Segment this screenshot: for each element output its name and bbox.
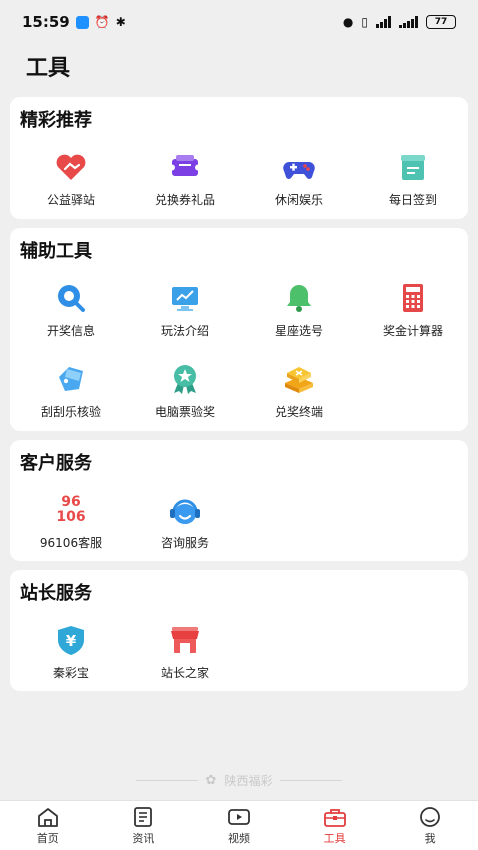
tool-label: 星座选号 <box>274 324 323 338</box>
tool-redemption-terminal[interactable]: 兑奖终端 <box>242 361 356 420</box>
tab-label: 我 <box>424 832 436 845</box>
status-bar: 15:59 ⏰ ✱ ● ▯ 77 <box>0 0 478 44</box>
tool-label: 电脑票验奖 <box>154 405 215 419</box>
headset-icon <box>170 499 200 524</box>
brand-logo-icon: ✿ <box>205 773 217 788</box>
news-icon <box>134 807 153 827</box>
tool-draw-info[interactable]: 开奖信息 <box>14 280 128 339</box>
tab-home[interactable]: 首页 <box>0 801 96 850</box>
calendar-check-icon <box>401 155 425 180</box>
vibrate-icon: ▯ <box>361 15 368 29</box>
tool-consulting[interactable]: 咨询服务 <box>128 492 242 551</box>
tool-label: 每日签到 <box>388 193 437 207</box>
tool-label: 96106客服 <box>39 536 103 550</box>
alarm-icon: ⏰ <box>94 15 110 29</box>
section-station-manager-service: 站长服务 ¥ 秦彩宝 站长之家 <box>10 570 468 691</box>
tab-label: 工具 <box>323 832 346 845</box>
tool-label: 兑换券礼品 <box>154 193 215 207</box>
tool-label: 玩法介绍 <box>160 324 209 338</box>
stacked-boxes-icon <box>285 367 313 393</box>
hotline-icon: 96 106 <box>53 492 89 528</box>
storefront-icon <box>171 627 199 653</box>
yen-shield-icon: ¥ <box>58 626 84 655</box>
section-title: 客户服务 <box>20 453 92 474</box>
tool-label: 休闲娱乐 <box>274 193 323 207</box>
tool-leisure[interactable]: 休闲娱乐 <box>242 149 356 208</box>
tool-charity-station[interactable]: 公益驿站 <box>14 149 128 208</box>
signal-icon <box>376 16 391 28</box>
tool-constellation-pick[interactable]: 星座选号 <box>242 280 356 339</box>
hotline-badge-bottom: 106 <box>56 509 86 525</box>
heart-hands-icon <box>56 154 86 180</box>
battery-indicator: 77 <box>426 15 456 29</box>
tool-computer-ticket-check[interactable]: 电脑票验奖 <box>128 361 242 420</box>
bell-icon <box>287 285 311 312</box>
tool-label: 咨询服务 <box>160 536 209 550</box>
tool-prize-calculator[interactable]: 奖金计算器 <box>356 280 470 339</box>
location-icon: ● <box>342 15 354 29</box>
tab-label: 视频 <box>227 832 250 845</box>
tool-label: 秦彩宝 <box>52 666 89 680</box>
video-icon <box>228 809 250 825</box>
tool-label: 站长之家 <box>160 666 209 680</box>
tool-label: 兑奖终端 <box>274 405 323 419</box>
footer-watermark: ✿ 陕西福彩 <box>0 772 478 789</box>
bluetooth-icon: ✱ <box>115 15 126 29</box>
section-title: 辅助工具 <box>20 241 92 262</box>
bottom-tab-bar: 首页 资讯 视频 工具 我 <box>0 800 478 850</box>
hotline-badge-top: 96 <box>61 494 81 510</box>
toolbox-icon <box>323 809 346 827</box>
tool-label: 开奖信息 <box>46 324 95 338</box>
signal-2-icon <box>399 16 418 28</box>
tab-news[interactable]: 资讯 <box>96 801 192 850</box>
tab-video[interactable]: 视频 <box>191 801 287 850</box>
svg-text:¥: ¥ <box>66 632 77 650</box>
status-time: 15:59 <box>22 13 70 31</box>
tool-game-rules[interactable]: 玩法介绍 <box>128 280 242 339</box>
tab-label: 首页 <box>36 832 59 845</box>
tool-station-home[interactable]: 站长之家 <box>128 622 242 681</box>
section-recommended: 精彩推荐 公益驿站 兑换券礼品 休闲娱乐 每日签到 <box>10 97 468 219</box>
message-notification-icon <box>75 15 89 29</box>
tool-hotline-96106[interactable]: 96 106 96106客服 <box>14 492 128 551</box>
tool-scratch-verify[interactable]: 刮刮乐核验 <box>14 361 128 420</box>
brand-text: 陕西福彩 <box>224 774 273 788</box>
monitor-chart-icon <box>172 287 198 311</box>
award-ribbon-icon <box>174 365 196 394</box>
section-title: 精彩推荐 <box>20 110 92 131</box>
tab-tools[interactable]: 工具 <box>287 801 383 850</box>
tab-label: 资讯 <box>132 832 155 845</box>
gamepad-icon <box>283 162 315 179</box>
tool-daily-checkin[interactable]: 每日签到 <box>356 149 470 208</box>
search-info-icon <box>58 285 85 312</box>
section-auxiliary-tools: 辅助工具 开奖信息 玩法介绍 星座选号 奖金计算器 刮刮乐核验 电脑票验奖 兑奖… <box>10 228 468 431</box>
section-customer-service: 客户服务 96 106 96106客服 咨询服务 <box>10 440 468 561</box>
tool-label: 刮刮乐核验 <box>40 405 101 419</box>
home-icon <box>37 808 58 827</box>
tab-me[interactable]: 我 <box>382 801 478 850</box>
section-title: 站长服务 <box>20 583 92 604</box>
tool-qincaibao[interactable]: ¥ 秦彩宝 <box>14 622 128 681</box>
page-title: 工具 <box>26 56 71 81</box>
divider <box>135 780 198 781</box>
coupon-icon <box>169 155 201 176</box>
divider <box>280 780 343 781</box>
tool-label: 公益驿站 <box>46 193 95 207</box>
profile-icon <box>420 807 441 827</box>
tool-coupon-gifts[interactable]: 兑换券礼品 <box>128 149 242 208</box>
tool-label: 奖金计算器 <box>382 324 443 338</box>
tag-icon <box>59 367 83 391</box>
calculator-icon <box>403 284 423 312</box>
